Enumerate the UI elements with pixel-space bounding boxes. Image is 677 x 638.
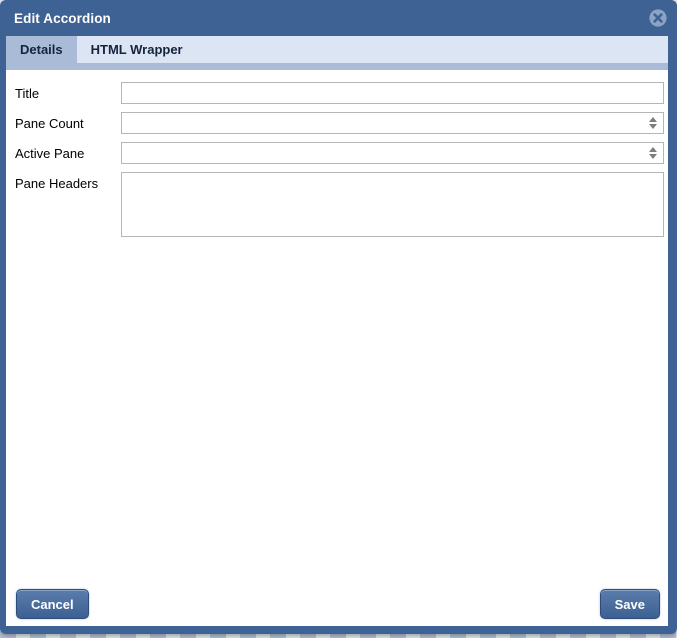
form-row-pane-headers: Pane Headers: [15, 172, 664, 237]
chevron-up-icon[interactable]: [649, 117, 657, 122]
title-label: Title: [15, 82, 121, 104]
cancel-button[interactable]: Cancel: [16, 589, 89, 619]
pane-count-stepper: [649, 117, 657, 129]
dialog-content: Title Pane Count Active Pane: [6, 70, 668, 626]
dialog-title: Edit Accordion: [14, 11, 111, 26]
chevron-down-icon[interactable]: [649, 124, 657, 129]
pane-count-label: Pane Count: [15, 112, 121, 134]
close-icon: [649, 9, 667, 27]
chevron-up-icon[interactable]: [649, 147, 657, 152]
active-pane-input[interactable]: [121, 142, 664, 164]
dialog-titlebar: Edit Accordion: [0, 0, 677, 36]
tab-active-band: [6, 63, 668, 70]
tab-details[interactable]: Details: [6, 36, 77, 63]
form-row-active-pane: Active Pane: [15, 142, 664, 164]
pane-count-input[interactable]: [121, 112, 664, 134]
title-input[interactable]: [121, 82, 664, 104]
edit-accordion-dialog: Edit Accordion Details HTML Wrapper Titl…: [0, 0, 677, 634]
close-button[interactable]: [648, 8, 668, 28]
save-button[interactable]: Save: [600, 589, 660, 619]
chevron-down-icon[interactable]: [649, 154, 657, 159]
active-pane-stepper: [649, 147, 657, 159]
pane-headers-textarea[interactable]: [121, 172, 664, 237]
details-form: Title Pane Count Active Pane: [6, 70, 668, 237]
active-pane-label: Active Pane: [15, 142, 121, 164]
tab-strip: Details HTML Wrapper: [6, 36, 668, 63]
form-row-title: Title: [15, 82, 664, 104]
tab-html-wrapper[interactable]: HTML Wrapper: [77, 36, 197, 63]
pane-headers-label: Pane Headers: [15, 172, 121, 237]
form-row-pane-count: Pane Count: [15, 112, 664, 134]
